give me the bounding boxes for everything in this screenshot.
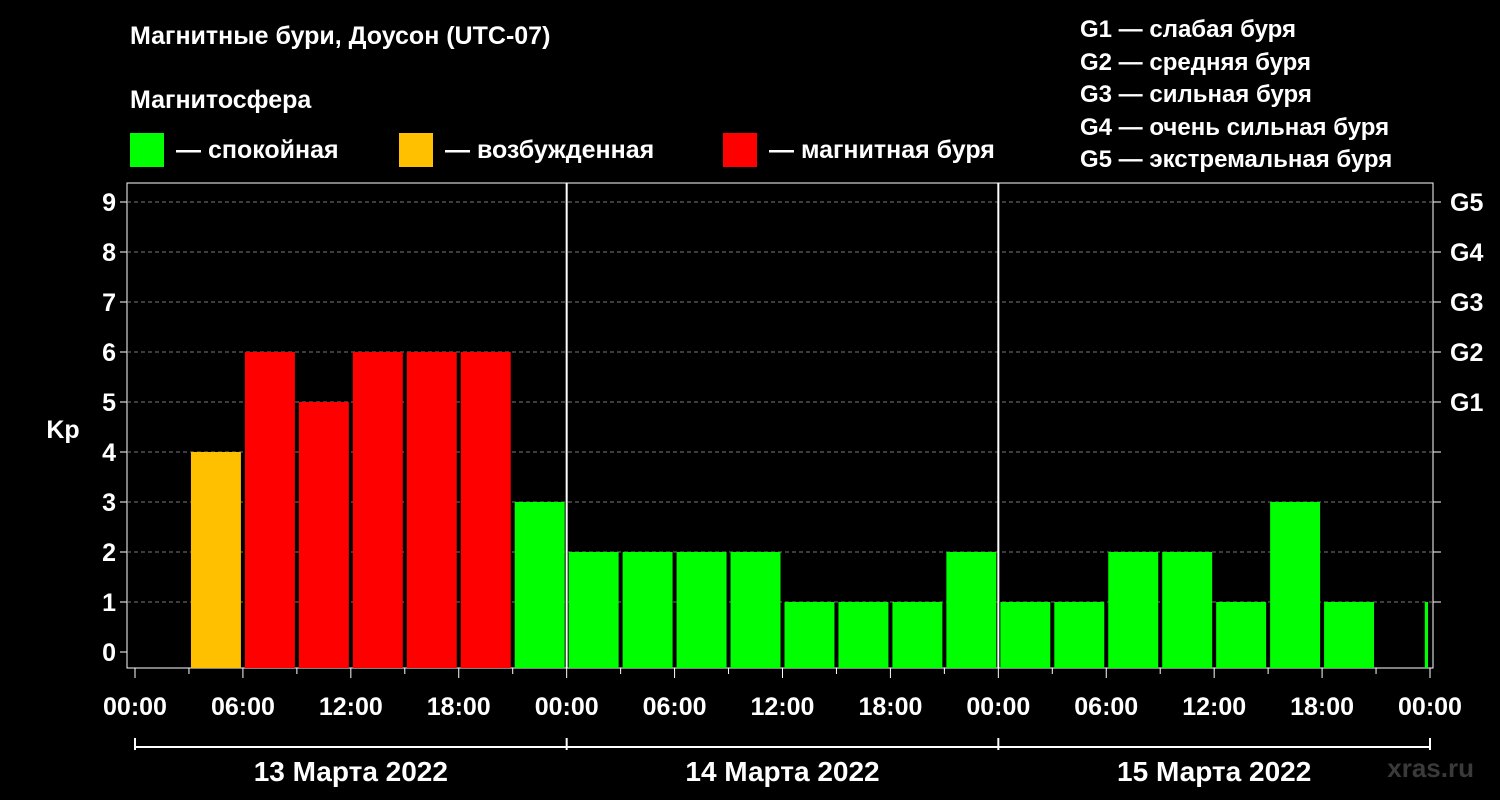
y-tick-label: 6 [102, 339, 116, 367]
x-tick-label: 00:00 [966, 693, 1030, 721]
y-tick-label: 1 [102, 589, 116, 617]
x-tick-label: 00:00 [1398, 693, 1462, 721]
kp-bar-11 [784, 602, 835, 668]
y-tick-label: 9 [102, 189, 116, 217]
x-tick-label: 18:00 [858, 693, 922, 721]
kp-bar-2 [298, 402, 349, 668]
x-tick-label: 00:00 [103, 693, 167, 721]
kp-bar-22 [1424, 602, 1428, 668]
kp-bar-9 [676, 552, 727, 668]
y-tick-label: 7 [102, 289, 116, 317]
watermark: xras.ru [1387, 753, 1474, 783]
day-label: 14 Марта 2022 [685, 756, 879, 787]
kp-bar-19 [1216, 602, 1267, 668]
x-tick-label: 06:00 [1074, 693, 1138, 721]
kp-bar-18 [1162, 552, 1213, 668]
kp-bar-chart: 0 1 2 3 4 5 6 7 8 9 Kp G1 G2 G3 G4 G5 00:00 06:00 12:00 18:… [46, 182, 1483, 787]
right-tick-label-g4: G4 [1450, 239, 1483, 267]
kp-bar-1 [244, 352, 295, 668]
x-tick-label: 12:00 [319, 693, 383, 721]
x-tick-label: 06:00 [211, 693, 275, 721]
x-tick-label: 06:00 [643, 693, 707, 721]
kp-bar-10 [730, 552, 781, 668]
kp-bar-20 [1270, 502, 1321, 668]
y-tick-label: 0 [102, 639, 116, 667]
day-label: 13 Марта 2022 [254, 756, 448, 787]
kp-bar-12 [838, 602, 889, 668]
x-tick-label: 12:00 [751, 693, 815, 721]
kp-bar-5 [460, 352, 511, 668]
kp-bar-16 [1054, 602, 1105, 668]
right-tick-label-g2: G2 [1450, 339, 1483, 367]
x-tick-label: 18:00 [427, 693, 491, 721]
y-tick-label: 8 [102, 239, 116, 267]
y-tick-label: 3 [102, 489, 116, 517]
right-tick-label-g5: G5 [1450, 189, 1483, 217]
y-tick-label: 5 [102, 389, 116, 417]
kp-bar-17 [1108, 552, 1159, 668]
x-tick-label: 18:00 [1290, 693, 1354, 721]
kp-bar-7 [568, 552, 619, 668]
kp-bar-14 [946, 552, 997, 668]
kp-bar-6 [514, 502, 565, 668]
kp-bar-3 [352, 352, 403, 668]
day-label: 15 Марта 2022 [1117, 756, 1311, 787]
kp-bar-15 [1000, 602, 1051, 668]
kp-bar-21 [1324, 602, 1375, 668]
kp-bar-13 [892, 602, 943, 668]
kp-bar-8 [622, 552, 673, 668]
y-tick-label: 2 [102, 539, 116, 567]
x-tick-label: 12:00 [1182, 693, 1246, 721]
kp-bar-4 [406, 352, 457, 668]
kp-bar-0 [190, 452, 241, 668]
x-tick-label: 00:00 [535, 693, 599, 721]
right-tick-label-g3: G3 [1450, 289, 1483, 317]
right-tick-label-g1: G1 [1450, 389, 1483, 417]
y-tick-label: 4 [102, 439, 116, 467]
y-axis-label: Kp [46, 416, 79, 444]
